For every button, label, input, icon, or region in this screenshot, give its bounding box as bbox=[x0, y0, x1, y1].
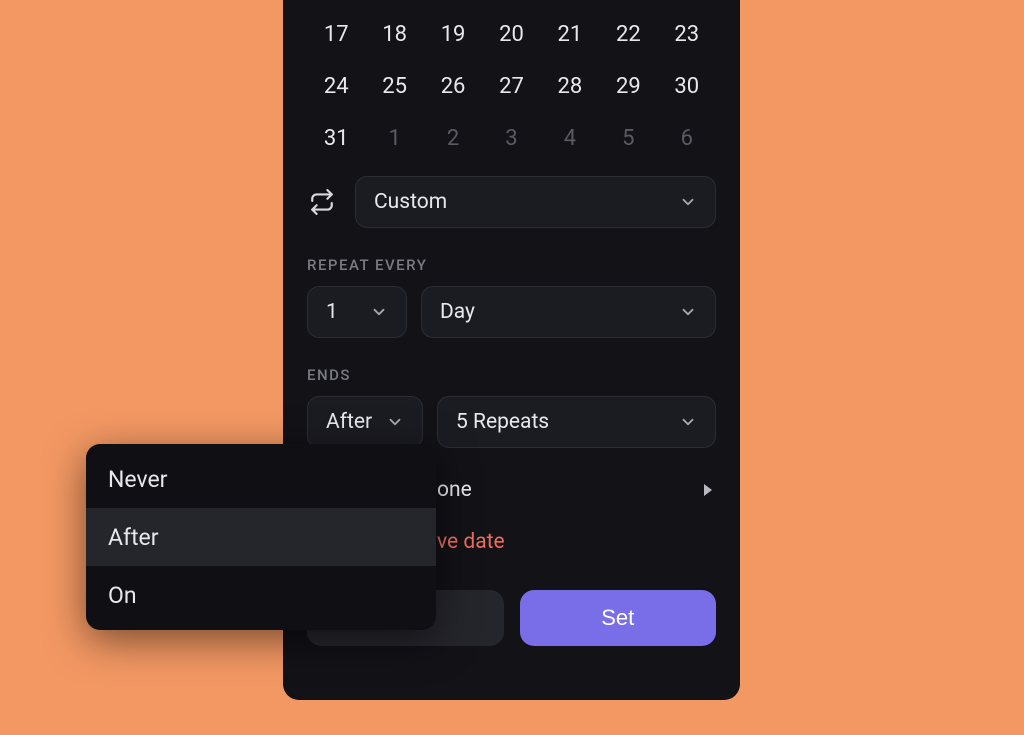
ends-label: ENDS bbox=[307, 366, 716, 384]
calendar-grid: 17 18 19 20 21 22 23 24 25 26 27 28 29 3… bbox=[307, 14, 716, 158]
repeat-unit-select[interactable]: Day bbox=[421, 286, 716, 338]
calendar-day[interactable]: 28 bbox=[541, 66, 599, 106]
dropdown-item-never[interactable]: Never bbox=[86, 450, 436, 508]
calendar-day[interactable]: 22 bbox=[599, 14, 657, 54]
calendar-day[interactable]: 21 bbox=[541, 14, 599, 54]
ends-mode-value: After bbox=[326, 410, 372, 434]
calendar-day[interactable]: 30 bbox=[658, 66, 716, 106]
dropdown-item-after[interactable]: After bbox=[86, 508, 436, 566]
repeat-row: Custom bbox=[307, 176, 716, 228]
ends-detail-select[interactable]: 5 Repeats bbox=[437, 396, 716, 448]
repeat-every-row: 1 Day bbox=[307, 286, 716, 338]
calendar-day[interactable]: 31 bbox=[307, 118, 365, 158]
repeat-every-label: REPEAT EVERY bbox=[307, 256, 716, 274]
repeat-count-value: 1 bbox=[326, 300, 338, 324]
ends-detail-value: 5 Repeats bbox=[456, 410, 549, 434]
calendar-day[interactable]: 3 bbox=[482, 118, 540, 158]
chevron-down-icon bbox=[679, 413, 697, 431]
set-button[interactable]: Set bbox=[520, 590, 717, 646]
calendar-day[interactable]: 18 bbox=[365, 14, 423, 54]
calendar-day[interactable]: 29 bbox=[599, 66, 657, 106]
remove-date-label: ve date bbox=[437, 530, 505, 554]
calendar-day[interactable]: 26 bbox=[424, 66, 482, 106]
dropdown-item-on[interactable]: On bbox=[86, 566, 436, 624]
calendar-day[interactable]: 17 bbox=[307, 14, 365, 54]
calendar-day[interactable]: 24 bbox=[307, 66, 365, 106]
calendar-day[interactable]: 1 bbox=[365, 118, 423, 158]
repeat-icon bbox=[307, 187, 337, 217]
repeat-count-select[interactable]: 1 bbox=[307, 286, 407, 338]
ends-row: After 5 Repeats bbox=[307, 396, 716, 448]
ends-mode-dropdown: Never After On bbox=[86, 444, 436, 630]
calendar-day[interactable]: 5 bbox=[599, 118, 657, 158]
calendar-day[interactable]: 6 bbox=[658, 118, 716, 158]
chevron-down-icon bbox=[679, 303, 697, 321]
chevron-down-icon bbox=[386, 413, 404, 431]
repeat-mode-select[interactable]: Custom bbox=[355, 176, 716, 228]
calendar-day[interactable]: 25 bbox=[365, 66, 423, 106]
calendar-day[interactable]: 20 bbox=[482, 14, 540, 54]
calendar-day[interactable]: 19 bbox=[424, 14, 482, 54]
chevron-down-icon bbox=[370, 303, 388, 321]
calendar-day[interactable]: 2 bbox=[424, 118, 482, 158]
chevron-down-icon bbox=[679, 193, 697, 211]
calendar-day[interactable]: 27 bbox=[482, 66, 540, 106]
calendar-day[interactable]: 4 bbox=[541, 118, 599, 158]
triangle-right-icon bbox=[704, 484, 712, 496]
ends-mode-select[interactable]: After bbox=[307, 396, 423, 448]
repeat-unit-value: Day bbox=[440, 300, 475, 324]
calendar-day[interactable]: 23 bbox=[658, 14, 716, 54]
repeat-mode-value: Custom bbox=[374, 190, 447, 214]
